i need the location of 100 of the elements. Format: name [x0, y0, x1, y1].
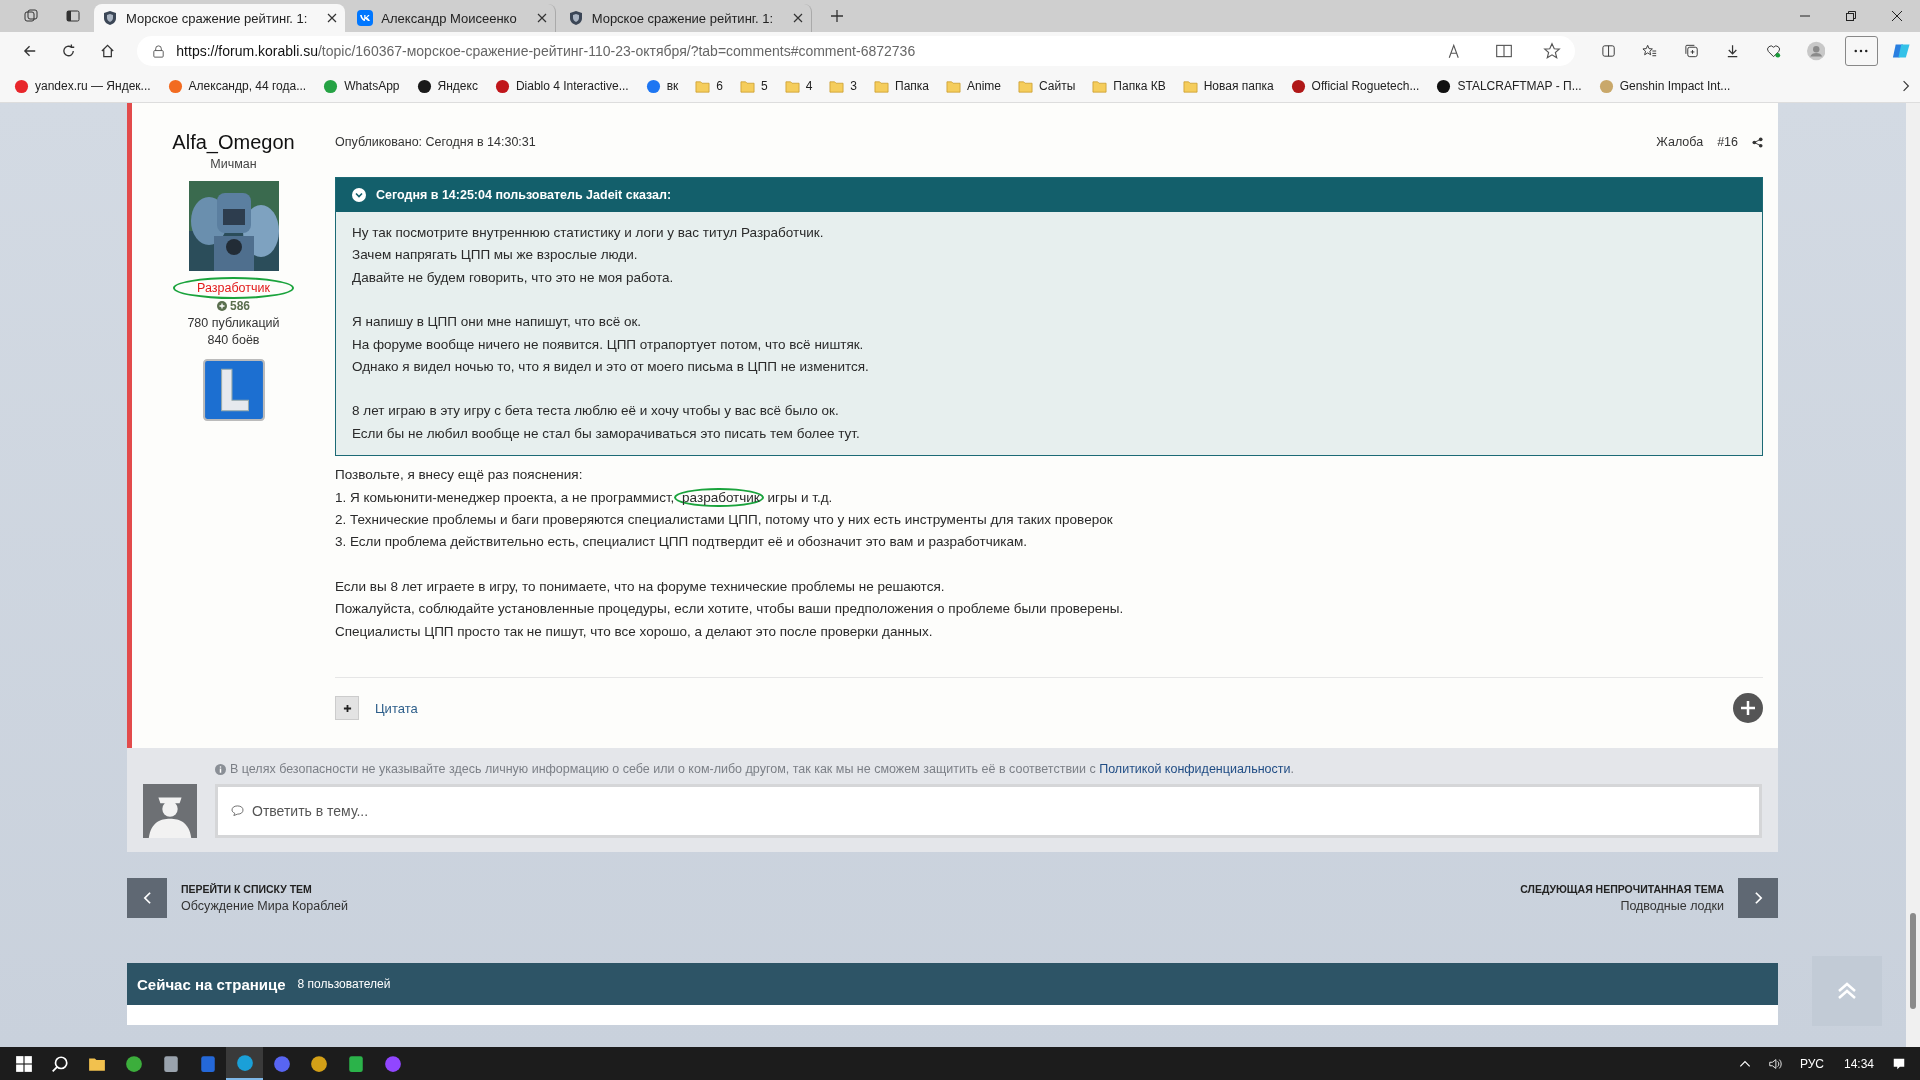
info-icon: [215, 763, 226, 775]
close-icon[interactable]: [536, 13, 547, 23]
bookmark[interactable]: WhatsApp: [323, 78, 400, 94]
online-count: 8 пользователей: [297, 977, 391, 991]
site-icon: [167, 78, 183, 94]
post-text: Пожалуйста, соблюдайте установленные процедуры, если хотите, чтобы ваши предположения о проблеме были проверены.: [335, 600, 1125, 619]
workspaces-icon[interactable]: [23, 8, 39, 24]
add-icon[interactable]: [1733, 693, 1763, 723]
tab-actions-icon[interactable]: [65, 8, 81, 24]
bookmark[interactable]: Александр, 44 года...: [167, 78, 307, 94]
star-icon[interactable]: [1543, 42, 1562, 60]
scrollbar-thumb[interactable]: [1910, 913, 1916, 1009]
bookmark[interactable]: Anime: [946, 78, 1001, 94]
bookmark[interactable]: 3: [829, 78, 857, 94]
bookmark[interactable]: 4: [784, 78, 813, 94]
reader-icon[interactable]: [1495, 42, 1514, 60]
vk-icon: [357, 10, 374, 26]
quote-text: Если бы не любил вообще не стал бы заморачиваться это писать тем более тут.: [352, 424, 861, 443]
level-badge-icon: [202, 359, 265, 421]
add-quote-button[interactable]: [335, 696, 359, 720]
quote-text: Однако я видел ночью то, что я видел и это от моего письма в ЦПП не изменится.: [352, 358, 870, 377]
folder-icon: [1182, 78, 1198, 94]
quote-text: 8 лет играю в эту игру с бета теста люблю её и хочу чтобы у вас всё было ок.: [352, 402, 840, 421]
post-text: 1. Я комьюнити-менеджер проекта, а не программист, разработчик игры и т.д.: [335, 486, 834, 509]
post-text: Специалисты ЦПП просто так не пишут, что все хорошо, а делают это после проверки данных.: [335, 622, 934, 641]
user-title: Разработчик: [173, 277, 294, 299]
folder-icon: [946, 78, 961, 94]
quote-link[interactable]: Цитата: [375, 700, 418, 716]
folder-icon: [829, 78, 845, 94]
bookmark[interactable]: STALCRAFTMAP - П...: [1436, 78, 1582, 94]
taskbar-app[interactable]: [226, 1047, 263, 1080]
folder-icon: [695, 78, 711, 94]
nav-label: СЛЕДУЮЩАЯ НЕПРОЧИТАННАЯ ТЕМА: [1520, 883, 1724, 895]
folder-icon: [1092, 78, 1108, 94]
post-text: 2. Технические проблемы и баги проверяются специалистами ЦПП, потому что у них есть инструменты для таких проверок: [335, 511, 1114, 530]
close-icon[interactable]: [327, 13, 338, 23]
browser-tab[interactable]: Морское сражение рейтинг. 1:: [94, 4, 346, 32]
site-icon: [1290, 78, 1306, 94]
reply-field[interactable]: Ответить в тему...: [215, 784, 1762, 838]
user-avatar-icon: [143, 784, 197, 838]
bookmark[interactable]: Новая папка: [1182, 78, 1274, 94]
report-link[interactable]: Жалоба: [1656, 135, 1704, 149]
home-icon[interactable]: [100, 42, 116, 60]
collections-icon[interactable]: [1683, 42, 1699, 60]
bookmark[interactable]: 5: [739, 78, 768, 94]
bookmark[interactable]: 6: [695, 78, 723, 94]
quote-text: Давайте не будем говорить, что это не моя работа.: [352, 268, 675, 287]
site-icon: [494, 78, 510, 94]
menu-button[interactable]: [1845, 36, 1878, 66]
share-icon[interactable]: [1752, 136, 1763, 148]
plus-icon: [217, 301, 227, 311]
more-icon: [1854, 49, 1869, 53]
site-icon: [1436, 78, 1452, 94]
windows-start-icon[interactable]: [15, 1054, 33, 1073]
shield-icon: [102, 10, 118, 26]
site-icon: [1598, 78, 1614, 94]
bookmark[interactable]: Сайты: [1018, 78, 1076, 94]
address-field[interactable]: https://forum.korabli.su/topic/160367-морское-сражение-рейтинг-110-23-октября/?tab=comments#comment-6872736: [137, 36, 1576, 66]
site-icon: [323, 78, 339, 94]
speaker-icon[interactable]: [1767, 1056, 1782, 1071]
reputation-count: 586: [230, 299, 250, 313]
post-text: Если вы 8 лет играете в игру, то понимаете, что на форуме технические проблемы не решаются.: [335, 577, 946, 596]
bookmark[interactable]: Яндекс: [416, 78, 478, 94]
chevron-right-icon: [1753, 891, 1763, 905]
quote-text: Зачем напрягать ЦПП мы же взрослые люди.: [352, 246, 639, 265]
bookmark[interactable]: Папка: [874, 78, 929, 94]
folder-icon: [739, 78, 755, 94]
bookmark[interactable]: yandex.ru — Яндек...: [14, 78, 151, 94]
topic-list-link[interactable]: Обсуждение Мира Кораблей: [181, 899, 349, 913]
split-screen-icon[interactable]: [1601, 42, 1617, 60]
collapse-icon[interactable]: [352, 188, 366, 202]
author-rank: Мичман: [210, 157, 257, 171]
site-icon: [645, 78, 661, 94]
bookmark[interactable]: Папка КВ: [1092, 78, 1166, 94]
close-icon[interactable]: [1891, 10, 1903, 22]
bookmark[interactable]: Official Roguetech...: [1290, 78, 1420, 94]
quote-text: Я напишу в ЦПП они мне напишут, что всё ок.: [352, 313, 643, 332]
next-topic-link[interactable]: Подводные лодки: [1620, 899, 1724, 913]
author-name[interactable]: Alfa_Omegon: [172, 131, 295, 154]
post-number-link[interactable]: #16: [1717, 135, 1738, 149]
chevron-right-icon[interactable]: [1902, 79, 1910, 93]
plus-icon: [342, 703, 352, 713]
bookmark[interactable]: Diablo 4 Interactive...: [494, 78, 629, 94]
restore-icon[interactable]: [1845, 10, 1857, 22]
new-tab-icon[interactable]: [829, 8, 846, 24]
heart-pulse-icon[interactable]: [1765, 42, 1781, 60]
url-text: https://forum.korabli.su/topic/160367-морское-сражение-рейтинг-110-23-октября/?tab=comments#comment-6872736: [176, 43, 916, 59]
bookmark[interactable]: Genshin Impact Int...: [1598, 78, 1731, 94]
notifications-icon[interactable]: [1892, 1056, 1906, 1071]
bookmark[interactable]: вк: [645, 78, 679, 94]
quote-author: Сегодня в 14:25:04 пользователь Jadeit сказал:: [376, 188, 672, 202]
online-title: Сейчас на странице: [137, 975, 286, 993]
close-icon[interactable]: [793, 13, 804, 23]
privacy-notice: В целях безопасности не указывайте здесь личную информацию о себе или о ком-либо другом, так как мы не сможем защитить её в соответствии с Политикой конфиденциальности.: [230, 762, 1294, 776]
speech-bubble-icon: [231, 805, 244, 816]
search-icon[interactable]: [51, 1054, 69, 1073]
folder-icon: [784, 78, 800, 94]
clock[interactable]: 14:34: [1843, 1056, 1874, 1071]
language-indicator[interactable]: РУС: [1799, 1056, 1824, 1071]
profile-icon[interactable]: [1806, 40, 1826, 62]
